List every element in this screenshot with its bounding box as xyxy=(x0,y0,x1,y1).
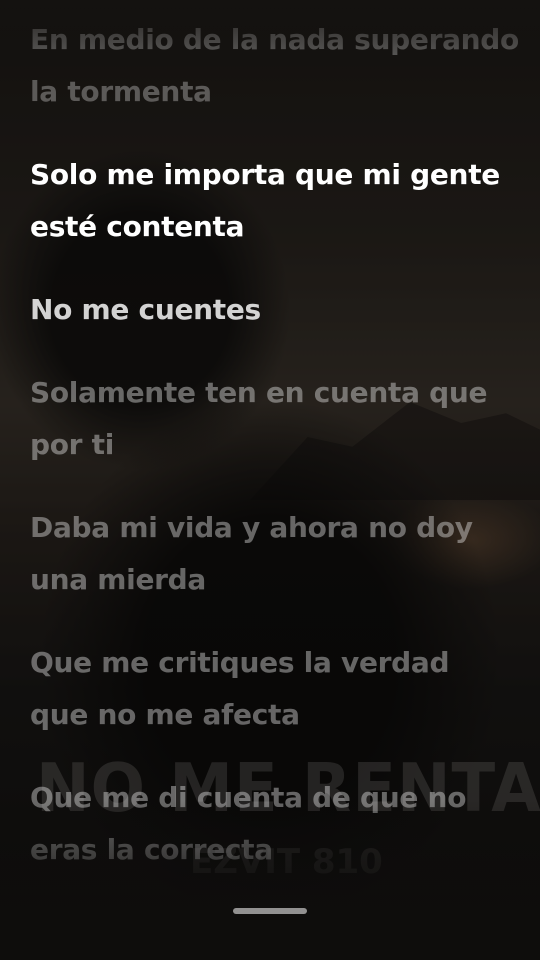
lyric-text: una mierda xyxy=(30,563,207,596)
lyric-text: Que me di cuenta de que no xyxy=(30,781,467,814)
lyric-line[interactable]: Que me critiques la verdad que no me afe… xyxy=(30,637,520,741)
lyric-text: eras la correcta xyxy=(30,833,273,866)
lyrics-screen: NO ME RENTA EZVIT 810 En medio de la nad… xyxy=(0,0,540,960)
lyric-line[interactable]: No me cuentes xyxy=(30,284,520,336)
lyric-text: esté contenta xyxy=(30,210,245,243)
home-indicator-bar[interactable] xyxy=(233,908,307,914)
lyrics-list[interactable]: En medio de la nada superando la torment… xyxy=(30,14,520,907)
lyric-text: por ti xyxy=(30,428,115,461)
lyric-text: No me cuentes xyxy=(30,293,261,326)
lyric-text: Solo me importa que mi gente xyxy=(30,158,500,191)
lyric-text: Daba mi vida y ahora no doy xyxy=(30,511,473,544)
lyric-line-active[interactable]: Solo me importa que mi gente esté conten… xyxy=(30,149,520,253)
lyric-line[interactable]: Que me di cuenta de que no eras la corre… xyxy=(30,772,520,876)
lyric-line[interactable]: Daba mi vida y ahora no doy una mierda xyxy=(30,502,520,606)
lyric-text: la tormenta xyxy=(30,75,212,108)
lyric-text: Que me critiques la verdad xyxy=(30,646,450,679)
lyric-text: En medio de la nada superando xyxy=(30,23,519,56)
lyric-text: que no me afecta xyxy=(30,698,300,731)
lyric-text: Solamente ten en cuenta que xyxy=(30,376,488,409)
lyric-line[interactable]: Solamente ten en cuenta que por ti xyxy=(30,367,520,471)
lyric-line[interactable]: En medio de la nada superando la torment… xyxy=(30,14,520,118)
